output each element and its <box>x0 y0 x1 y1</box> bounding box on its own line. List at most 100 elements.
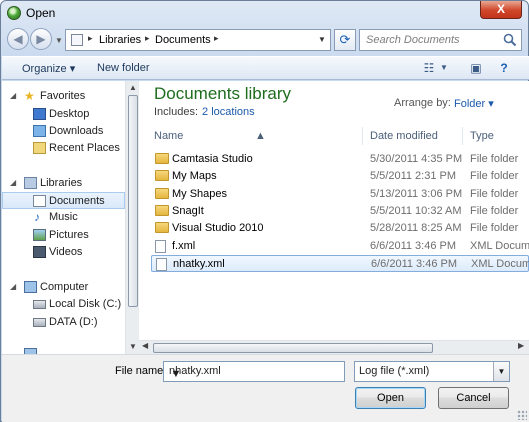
file-row[interactable]: My Maps 5/5/2011 2:31 PM File folder <box>151 168 529 185</box>
navigation-pane: ◢ ★ Favorites Desktop Downloads Recent P… <box>2 81 125 354</box>
view-options-icon[interactable]: ☷ <box>419 59 439 77</box>
dialog-footer: File name: nhatky.xml ▼ Log file (*.xml)… <box>2 354 529 422</box>
resize-grip[interactable] <box>517 410 527 420</box>
nav-favorites[interactable]: ◢ ★ Favorites <box>2 88 125 105</box>
organize-button[interactable]: Organize ▾ <box>22 62 75 75</box>
nav-computer[interactable]: ◢ Computer <box>2 279 125 296</box>
collapse-icon[interactable]: ◢ <box>10 178 16 187</box>
xml-file-icon <box>156 257 167 271</box>
nav-videos-label: Videos <box>49 246 83 258</box>
new-folder-button[interactable]: New folder <box>97 62 150 74</box>
nav-libraries-label: Libraries <box>40 177 83 189</box>
column-name[interactable]: Name <box>154 130 183 142</box>
collapse-icon[interactable]: ◢ <box>10 91 16 100</box>
file-row[interactable]: f.xml 6/6/2011 3:46 PM XML Docum <box>151 238 529 255</box>
file-date-modified: 5/30/2011 4:35 PM <box>370 153 463 165</box>
h-scroll-thumb[interactable] <box>153 343 433 353</box>
chevron-right-icon[interactable]: ▸ <box>88 33 93 44</box>
address-bar[interactable]: ▸ Libraries ▸ Documents ▸ ▼ <box>65 29 331 51</box>
nav-videos[interactable]: Videos <box>2 244 125 261</box>
scroll-right-icon[interactable]: ▶ <box>518 341 524 350</box>
scroll-down-icon[interactable]: ▼ <box>129 342 137 351</box>
nav-recent-places[interactable]: Recent Places <box>2 140 125 157</box>
scroll-up-icon[interactable]: ▲ <box>129 83 137 92</box>
recent-pages-dropdown[interactable]: ▼ <box>55 36 63 45</box>
file-row[interactable]: Visual Studio 2010 5/28/2011 8:25 AM File … <box>151 220 529 237</box>
nav-desktop[interactable]: Desktop <box>2 106 125 123</box>
address-dropdown-icon[interactable]: ▼ <box>314 30 330 50</box>
nav-pictures[interactable]: Pictures <box>2 227 125 244</box>
nav-local-disk[interactable]: Local Disk (C:) <box>2 296 125 313</box>
column-date-modified[interactable]: Date modified <box>370 130 438 142</box>
open-button[interactable]: Open <box>355 387 426 409</box>
chevron-right-icon[interactable]: ▸ <box>214 33 219 44</box>
folder-icon <box>155 204 169 216</box>
file-date-modified: 6/6/2011 3:46 PM <box>371 257 458 270</box>
music-icon: ♪ <box>34 210 40 224</box>
view-dropdown-icon[interactable]: ▼ <box>438 59 450 77</box>
refresh-button[interactable]: ⟳ <box>334 29 356 51</box>
nav-music[interactable]: ♪ Music <box>2 209 125 226</box>
search-icon[interactable] <box>503 33 517 47</box>
breadcrumb-libraries[interactable]: Libraries <box>99 34 141 46</box>
file-name: Camtasia Studio <box>172 153 253 165</box>
file-name: Visual Studio 2010 <box>172 222 264 235</box>
computer-icon <box>24 281 37 293</box>
locations-link[interactable]: 2 locations <box>202 106 255 118</box>
help-icon[interactable]: ? <box>494 59 514 77</box>
content-area: ◢ ★ Favorites Desktop Downloads Recent P… <box>2 81 529 354</box>
back-button[interactable]: ◀ <box>7 28 29 50</box>
nav-scrollbar[interactable]: ▲ ▼ <box>125 81 139 354</box>
file-type: XML Docum <box>470 239 529 252</box>
chevron-right-icon[interactable]: ▸ <box>145 33 150 44</box>
nav-documents-label: Documents <box>49 195 105 207</box>
horizontal-scrollbar[interactable]: ◀ ▶ <box>139 340 529 354</box>
file-date-modified: 5/13/2011 3:06 PM <box>370 187 463 200</box>
filename-input[interactable]: nhatky.xml ▼ <box>163 361 345 382</box>
filename-dropdown-icon[interactable]: ▼ <box>169 365 183 384</box>
file-type-dropdown-icon[interactable]: ▼ <box>493 362 509 381</box>
nav-recent-places-label: Recent Places <box>49 142 120 154</box>
nav-downloads[interactable]: Downloads <box>2 123 125 140</box>
breadcrumb-documents[interactable]: Documents <box>155 34 211 46</box>
includes-label: Includes: <box>154 106 199 118</box>
library-title: Documents library <box>154 84 291 103</box>
window-title: Open <box>26 6 56 20</box>
nav-computer-label: Computer <box>40 281 89 293</box>
file-type: File folder <box>470 187 519 200</box>
file-name: f.xml <box>172 239 196 252</box>
nav-scroll-thumb[interactable] <box>128 95 138 307</box>
cancel-button[interactable]: Cancel <box>438 387 509 409</box>
arrange-by-value: Folder <box>454 98 486 110</box>
column-divider[interactable] <box>362 127 363 145</box>
file-row[interactable]: Camtasia Studio 5/30/2011 4:35 PM File fol… <box>151 151 529 168</box>
file-row[interactable]: nhatky.xml 6/6/2011 3:46 PM XML Docum <box>151 254 529 272</box>
desktop-icon <box>33 108 46 120</box>
preview-pane-icon[interactable]: ▣ <box>466 59 486 77</box>
videos-icon <box>33 246 46 258</box>
file-type: XML Docum <box>471 257 529 270</box>
nav-network[interactable] <box>2 346 125 354</box>
file-type-select[interactable]: Log file (*.xml) ▼ <box>354 361 510 382</box>
arrange-by-dropdown[interactable]: Folder ▾ <box>454 97 494 110</box>
file-row[interactable]: My Shapes 5/13/2011 3:06 PM File folder <box>151 186 529 203</box>
scroll-left-icon[interactable]: ◀ <box>142 341 148 350</box>
collapse-icon[interactable]: ◢ <box>10 282 16 291</box>
nav-documents[interactable]: Documents <box>2 192 125 209</box>
file-name: My Shapes <box>172 187 228 200</box>
nav-libraries[interactable]: ◢ Libraries <box>2 175 125 192</box>
folder-icon <box>155 170 169 182</box>
file-date-modified: 6/6/2011 3:46 PM <box>370 239 457 252</box>
close-button[interactable]: X <box>480 1 522 19</box>
column-type[interactable]: Type <box>470 130 494 142</box>
forward-button[interactable]: ▶ <box>30 28 52 50</box>
nav-data-drive[interactable]: DATA (D:) <box>2 314 125 331</box>
nav-local-disk-label: Local Disk (C:) <box>49 298 122 310</box>
file-type: File folder <box>470 204 519 217</box>
title-bar[interactable]: Open X <box>1 1 528 25</box>
folder-icon <box>155 187 169 199</box>
file-date-modified: 5/5/2011 10:32 AM <box>370 204 462 217</box>
file-row[interactable]: SnagIt 5/5/2011 10:32 AM File folder <box>151 203 529 220</box>
column-divider[interactable] <box>462 127 463 145</box>
search-input[interactable]: Search Documents <box>359 29 522 51</box>
